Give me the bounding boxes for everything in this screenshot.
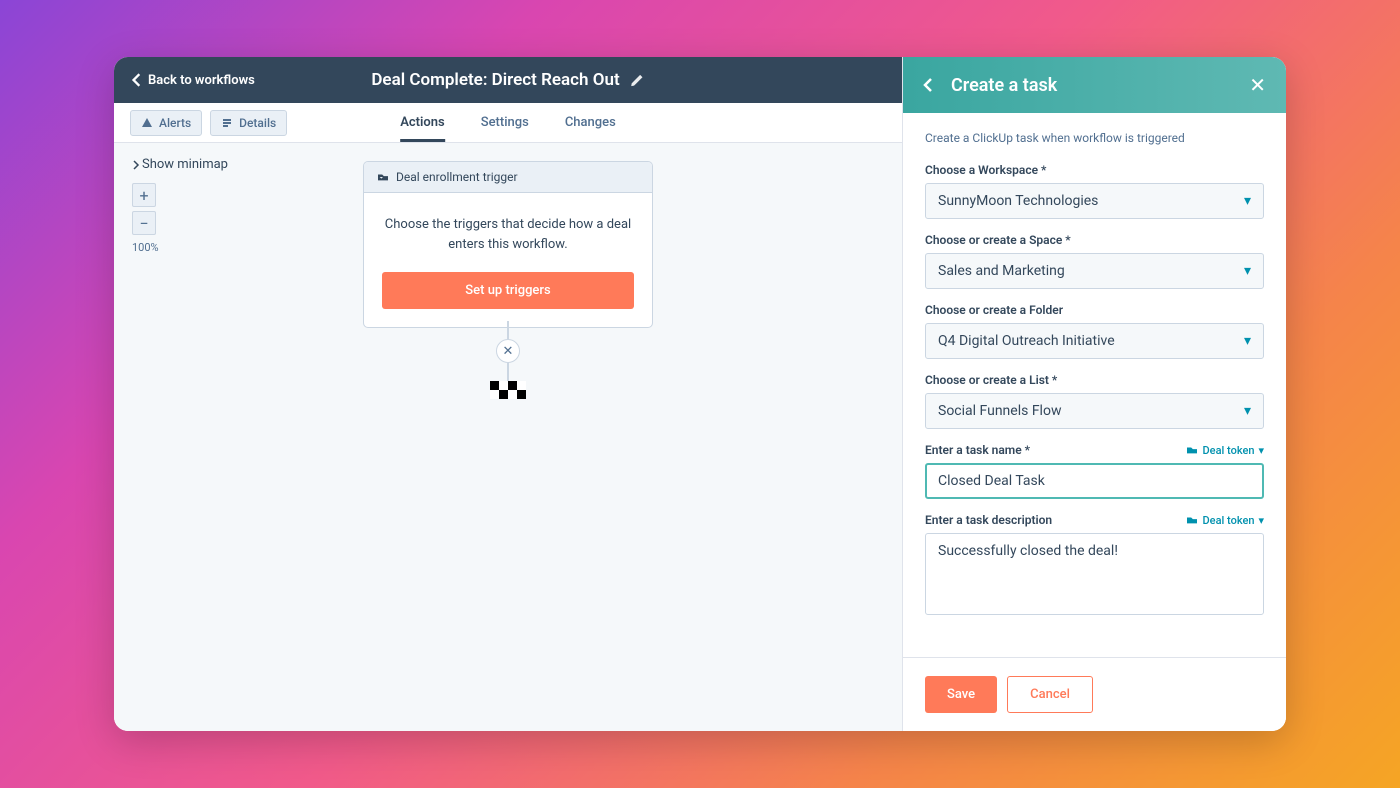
workflow-title: Deal Complete: Direct Reach Out (371, 70, 619, 90)
show-minimap-toggle[interactable]: Show minimap (132, 157, 228, 172)
task-description-label: Enter a task description (925, 513, 1052, 527)
trigger-card-header-text: Deal enrollment trigger (396, 170, 518, 184)
back-label: Back to workflows (148, 73, 255, 88)
details-label: Details (239, 116, 276, 130)
create-task-panel: Create a task ✕ Create a ClickUp task wh… (902, 57, 1286, 731)
edit-pencil-icon[interactable] (630, 73, 645, 88)
caret-down-icon: ▾ (1244, 403, 1251, 419)
folder-field: Choose or create a Folder Q4 Digital Out… (925, 303, 1264, 359)
space-select[interactable]: Sales and Marketing ▾ (925, 253, 1264, 289)
deal-token-button[interactable]: Deal token ▾ (1185, 444, 1265, 457)
app-window: Back to workflows Deal Complete: Direct … (114, 57, 1286, 731)
list-select[interactable]: Social Funnels Flow ▾ (925, 393, 1264, 429)
panel-body: Create a ClickUp task when workflow is t… (903, 113, 1286, 657)
tabs: Actions Settings Changes (400, 103, 616, 142)
panel-title: Create a task (951, 75, 1231, 96)
caret-down-icon: ▾ (1244, 333, 1251, 349)
chevron-right-icon (132, 160, 140, 170)
workspace-value: SunnyMoon Technologies (938, 193, 1098, 209)
workspace-field: Choose a Workspace * SunnyMoon Technolog… (925, 163, 1264, 219)
trigger-card-body: Choose the triggers that decide how a de… (364, 193, 652, 272)
details-icon (221, 117, 233, 129)
topbar: Back to workflows Deal Complete: Direct … (114, 57, 902, 103)
tab-actions[interactable]: Actions (400, 103, 445, 142)
task-name-label: Enter a task name * (925, 443, 1030, 457)
flow-connector (507, 363, 509, 381)
save-button[interactable]: Save (925, 676, 997, 713)
zoom-out-button[interactable]: − (132, 211, 156, 235)
panel-header: Create a task ✕ (903, 57, 1286, 113)
task-name-field: Enter a task name * Deal token ▾ (925, 443, 1264, 499)
back-to-workflows-link[interactable]: Back to workflows (132, 73, 255, 88)
deal-icon (1185, 445, 1199, 455)
tab-changes[interactable]: Changes (565, 103, 616, 142)
deal-token-label: Deal token (1203, 514, 1255, 527)
workflow-canvas[interactable]: Show minimap + − 100% Deal enrollment tr… (114, 143, 902, 731)
alerts-label: Alerts (159, 116, 191, 130)
zoom-in-button[interactable]: + (132, 183, 156, 207)
list-value: Social Funnels Flow (938, 403, 1061, 419)
chevron-left-icon (132, 73, 142, 87)
main-pane: Back to workflows Deal Complete: Direct … (114, 57, 902, 731)
panel-close-button[interactable]: ✕ (1249, 73, 1266, 97)
flow-end-marker (490, 381, 526, 399)
deal-icon (1185, 515, 1199, 525)
subbar: Alerts Details Actions Settings Changes (114, 103, 902, 143)
trigger-card[interactable]: Deal enrollment trigger Choose the trigg… (363, 161, 653, 328)
panel-footer: Save Cancel (903, 657, 1286, 731)
cancel-button[interactable]: Cancel (1007, 676, 1093, 713)
deal-token-label: Deal token (1203, 444, 1255, 457)
folder-value: Q4 Digital Outreach Initiative (938, 333, 1115, 349)
alert-icon (141, 117, 153, 129)
folder-select[interactable]: Q4 Digital Outreach Initiative ▾ (925, 323, 1264, 359)
list-label: Choose or create a List * (925, 373, 1264, 387)
tab-settings[interactable]: Settings (481, 103, 529, 142)
subbar-buttons: Alerts Details (130, 110, 287, 136)
trigger-card-header: Deal enrollment trigger (364, 162, 652, 193)
panel-back-button[interactable] (923, 77, 933, 93)
space-value: Sales and Marketing (938, 263, 1065, 279)
panel-description: Create a ClickUp task when workflow is t… (925, 131, 1264, 145)
details-button[interactable]: Details (210, 110, 287, 136)
task-description-field: Enter a task description Deal token ▾ (925, 513, 1264, 619)
task-description-input[interactable] (925, 533, 1264, 615)
flow-remove-button[interactable]: ✕ (496, 339, 520, 363)
deal-icon (376, 172, 390, 182)
caret-down-icon: ▾ (1244, 263, 1251, 279)
list-field: Choose or create a List * Social Funnels… (925, 373, 1264, 429)
caret-down-icon: ▾ (1244, 193, 1251, 209)
caret-down-icon: ▾ (1258, 514, 1264, 527)
workspace-select[interactable]: SunnyMoon Technologies ▾ (925, 183, 1264, 219)
alerts-button[interactable]: Alerts (130, 110, 202, 136)
deal-token-button[interactable]: Deal token ▾ (1185, 514, 1265, 527)
set-up-triggers-button[interactable]: Set up triggers (382, 272, 634, 309)
space-label: Choose or create a Space * (925, 233, 1264, 247)
zoom-level: 100% (132, 241, 159, 254)
chevron-left-icon (923, 77, 933, 93)
task-name-input[interactable] (925, 463, 1264, 499)
workspace-label: Choose a Workspace * (925, 163, 1264, 177)
zoom-controls: + − 100% (132, 183, 159, 254)
show-minimap-label: Show minimap (142, 157, 228, 172)
space-field: Choose or create a Space * Sales and Mar… (925, 233, 1264, 289)
folder-label: Choose or create a Folder (925, 303, 1264, 317)
flow-connector (507, 321, 509, 339)
workflow-title-group: Deal Complete: Direct Reach Out (371, 70, 644, 90)
caret-down-icon: ▾ (1258, 444, 1264, 457)
